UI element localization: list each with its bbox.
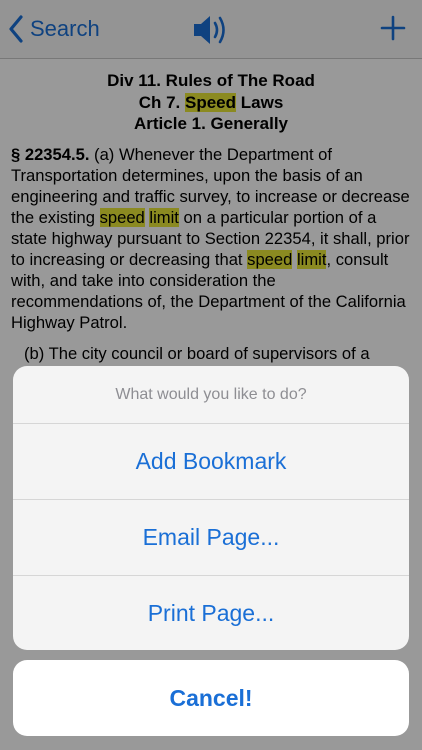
- print-page-button[interactable]: Print Page...: [13, 576, 409, 650]
- action-sheet: What would you like to do? Add Bookmark …: [13, 366, 409, 650]
- add-bookmark-button[interactable]: Add Bookmark: [13, 424, 409, 500]
- action-sheet-title: What would you like to do?: [13, 366, 409, 424]
- cancel-button[interactable]: Cancel!: [13, 660, 409, 736]
- email-page-button[interactable]: Email Page...: [13, 500, 409, 576]
